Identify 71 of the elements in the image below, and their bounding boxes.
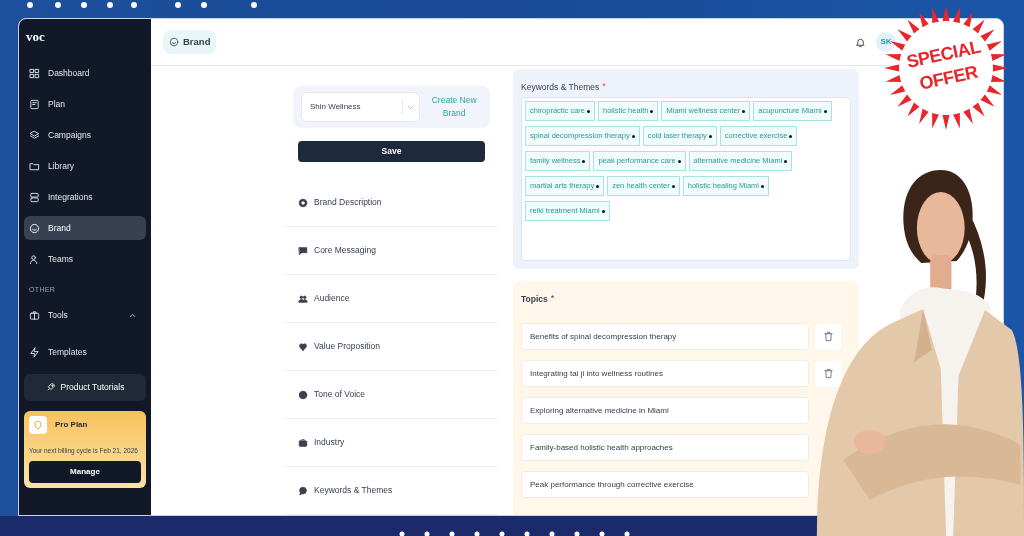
chat-icon [298,245,308,256]
smiley-icon [29,222,40,234]
nav-item[interactable]: Brand [24,216,146,240]
remove-icon[interactable] [742,109,746,113]
save-button[interactable]: Save [298,141,485,162]
nav-item[interactable]: Campaigns [24,123,146,147]
section-item[interactable]: Value Proposition [285,323,498,371]
grid-icon [29,67,40,79]
remove-icon[interactable] [784,159,788,163]
shield-icon [29,415,47,434]
remove-icon[interactable] [823,109,827,113]
nav-item[interactable]: Dashboard [24,61,146,85]
nav-item[interactable]: Tools [24,303,146,328]
nav-item[interactable]: Plan [24,92,146,116]
chat-icon [298,485,308,496]
nav-item[interactable]: Integrations [24,185,146,209]
section-item[interactable]: Core Messaging [285,227,498,275]
trash-icon [822,331,834,342]
tutorials-button[interactable]: Product Tutorials [24,373,146,401]
field-label: Keywords & Themes [521,80,600,94]
topic-field[interactable]: Integrating tai ji into wellness routines [521,360,809,387]
bell-icon [855,36,866,48]
section-item[interactable]: Audience [285,275,498,323]
target-icon [298,197,308,208]
remove-icon[interactable] [587,109,591,113]
nav-item[interactable]: Templates [24,340,146,365]
layers-icon [29,129,40,141]
remove-icon[interactable] [761,184,765,188]
rocket-icon [45,382,56,392]
remove-icon[interactable] [677,159,681,163]
smiley-icon [169,37,179,47]
required-mark: * [550,292,555,306]
bolt-icon [29,347,40,358]
logo: voc [25,28,46,46]
topic-field[interactable]: Family-based holistic health approaches [521,434,809,461]
remove-icon[interactable] [601,209,605,213]
breadcrumb-chip[interactable]: Brand [163,30,217,54]
briefcase-icon [298,437,308,448]
remove-icon[interactable] [596,184,600,188]
topic-field[interactable]: Peak performance through corrective exercise [521,471,809,498]
topic-field[interactable]: Exploring alternative medicine in Miami [521,397,809,424]
field-label: Topics [521,292,548,306]
heart-icon [298,341,308,352]
delete-button[interactable] [815,323,841,350]
server-icon [29,191,40,203]
briefcase-icon [29,310,40,321]
trash-icon [822,368,834,379]
brand-select[interactable]: Shin Wellness [301,92,421,123]
required-mark: * [602,80,606,94]
nav-item[interactable]: Library [24,154,146,178]
delete-button[interactable] [815,360,841,387]
remove-icon[interactable] [650,109,654,113]
section-item[interactable]: Keywords & Themes [285,467,498,515]
users-icon [298,293,308,304]
topic-field[interactable]: Benefits of spinal decompression therapy [521,323,809,350]
clipboard-icon [29,98,40,110]
user-icon [29,253,40,265]
remove-icon[interactable] [789,134,793,138]
section-item[interactable]: Industry [285,419,498,467]
folder-icon [29,160,40,172]
remove-icon[interactable] [631,134,635,138]
manage-button[interactable]: Manage [29,460,141,483]
section-item[interactable]: Brand Description [285,179,498,227]
tags-field[interactable] [521,97,851,261]
remove-icon[interactable] [708,134,712,138]
nav-item[interactable]: Teams [24,247,146,271]
section-item[interactable]: Tone of Voice [285,371,498,419]
remove-icon[interactable] [671,184,675,188]
plan-title: Pro Plan [55,418,88,431]
remove-icon[interactable] [582,159,586,163]
circle-icon [298,389,308,400]
